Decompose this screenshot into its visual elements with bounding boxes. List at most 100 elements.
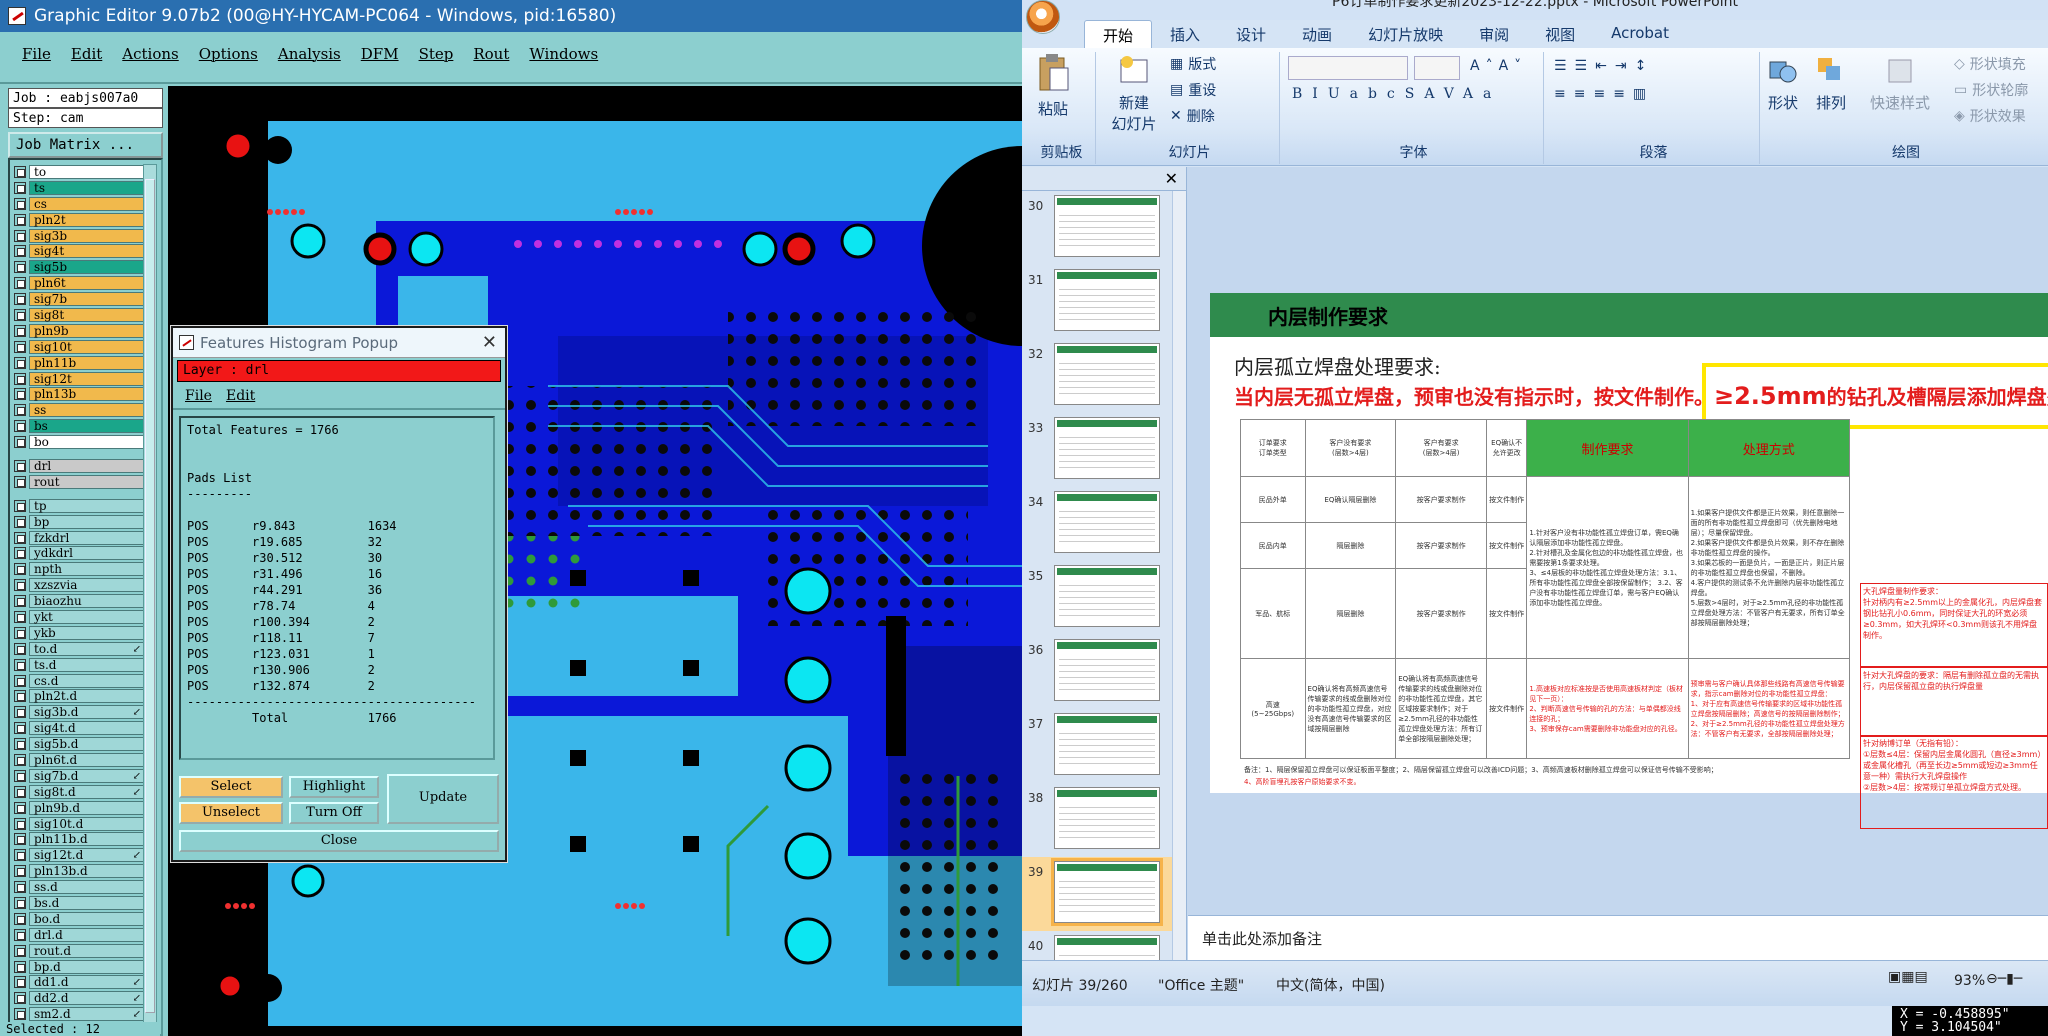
layer-row[interactable]: pln13b.d	[14, 863, 144, 879]
layer-row[interactable]: ykb	[14, 625, 144, 641]
layer-row[interactable]: sig7b.d ↙	[14, 768, 144, 784]
layer-name[interactable]: pln11b	[29, 355, 144, 370]
layer-checkbox[interactable]	[14, 404, 26, 417]
layer-checkbox[interactable]	[14, 690, 26, 703]
close-icon[interactable]: ✕	[482, 332, 497, 353]
layer-name[interactable]: cs.d	[29, 673, 144, 688]
layer-name[interactable]: pln9b.d	[29, 800, 144, 815]
layer-name[interactable]: ydkdrl	[29, 546, 144, 561]
layer-name[interactable]: pln2t.d	[29, 689, 144, 704]
unselect-button[interactable]: Unselect	[179, 802, 283, 824]
menu-actions[interactable]: Actions	[122, 45, 178, 63]
layer-name[interactable]: npth	[29, 562, 144, 577]
layer-name[interactable]: bs	[29, 419, 144, 434]
layer-checkbox[interactable]	[14, 531, 26, 544]
layer-name[interactable]: rout	[29, 474, 144, 489]
layer-name[interactable]: ts	[29, 180, 144, 195]
layer-checkbox[interactable]	[14, 229, 26, 242]
layer-row[interactable]: pln9b	[14, 323, 144, 339]
layer-row[interactable]: pln6t.d	[14, 752, 144, 768]
layer-row[interactable]: sig7b	[14, 291, 144, 307]
notes-pane[interactable]: 单击此处添加备注	[1188, 915, 2048, 960]
layer-row[interactable]: to	[14, 164, 144, 180]
layer-checkbox[interactable]	[14, 563, 26, 576]
menu-file[interactable]: File	[22, 45, 51, 63]
histogram-text-area[interactable]: Total Features = 1766 Pads List --------…	[179, 416, 495, 760]
layout-button[interactable]: ▦ 版式	[1170, 54, 1216, 74]
highlight-button[interactable]: Highlight	[289, 776, 379, 798]
layer-checkbox[interactable]	[14, 197, 26, 210]
layer-row[interactable]: rout.d	[14, 943, 144, 959]
layer-name[interactable]: sig10t	[29, 339, 144, 354]
layer-checkbox[interactable]	[14, 738, 26, 751]
layer-checkbox[interactable]	[14, 960, 26, 973]
layer-row[interactable]: bo	[14, 434, 144, 450]
scroll-thumb[interactable]	[145, 179, 155, 1013]
layer-row[interactable]: sig3b	[14, 228, 144, 244]
layer-checkbox[interactable]	[14, 245, 26, 258]
layer-checkbox[interactable]	[14, 579, 26, 592]
layer-name[interactable]: to	[29, 164, 144, 179]
layer-name[interactable]: ykb	[29, 625, 144, 640]
layer-checkbox[interactable]	[14, 992, 26, 1005]
layer-row[interactable]: fzkdrl	[14, 530, 144, 546]
layer-checkbox[interactable]	[14, 324, 26, 337]
slide-editing-area[interactable]: 内层制作要求 内层孤立焊盘处理要求: 当内层无孤立焊盘，预审也没有指示时，按文件…	[1188, 167, 2048, 912]
job-matrix-button[interactable]: Job Matrix ...	[8, 132, 163, 158]
layer-checkbox[interactable]	[14, 515, 26, 528]
font-name-select[interactable]	[1288, 56, 1408, 80]
layer-row[interactable]: bs	[14, 418, 144, 434]
layer-name[interactable]: rout.d	[29, 943, 144, 958]
menu-windows[interactable]: Windows	[529, 45, 598, 63]
close-pane-icon[interactable]: ✕	[1165, 169, 1178, 188]
slide-thumbnail[interactable]: 33	[1022, 413, 1172, 487]
layer-checkbox[interactable]	[14, 833, 26, 846]
layer-name[interactable]: sig4t	[29, 244, 144, 259]
slide-thumbnail[interactable]: 30	[1022, 191, 1172, 265]
layer-name[interactable]: sig5b	[29, 260, 144, 275]
layer-name[interactable]: sig8t.d ↙	[29, 784, 144, 799]
menu-options[interactable]: Options	[199, 45, 258, 63]
layer-row[interactable]: rout	[14, 474, 144, 490]
layer-name[interactable]: to.d ↙	[29, 641, 144, 656]
layer-row[interactable]: sig12t.d ↙	[14, 847, 144, 863]
layer-row[interactable]: pln13b	[14, 386, 144, 402]
layer-row[interactable]: pln11b	[14, 355, 144, 371]
layer-row[interactable]: bs.d	[14, 895, 144, 911]
layer-checkbox[interactable]	[14, 849, 26, 862]
layer-name[interactable]: pln13b	[29, 387, 144, 402]
layer-name[interactable]: cs	[29, 196, 144, 211]
delete-button[interactable]: ✕ 删除	[1170, 106, 1215, 126]
layer-row[interactable]: sig8t	[14, 307, 144, 323]
layer-row[interactable]: biaozhu	[14, 593, 144, 609]
layer-name[interactable]: sig3b	[29, 228, 144, 243]
layer-checkbox[interactable]	[14, 475, 26, 488]
menu-analysis[interactable]: Analysis	[278, 45, 341, 63]
layer-name[interactable]: fzkdrl	[29, 530, 144, 545]
layer-row[interactable]: drl.d	[14, 927, 144, 943]
layer-name[interactable]: pln13b.d	[29, 864, 144, 879]
layer-name[interactable]: sig4t.d	[29, 721, 144, 736]
shape-effect-button[interactable]: ◈ 形状效果	[1954, 106, 2026, 126]
layer-name[interactable]: ss	[29, 403, 144, 418]
menu-rout[interactable]: Rout	[473, 45, 509, 63]
ribbon-tab[interactable]: 插入	[1152, 20, 1218, 48]
layer-checkbox[interactable]	[14, 308, 26, 321]
layer-row[interactable]: ts	[14, 180, 144, 196]
layer-checkbox[interactable]	[14, 801, 26, 814]
layer-checkbox[interactable]	[14, 785, 26, 798]
layer-checkbox[interactable]	[14, 213, 26, 226]
layer-name[interactable]: sig12t.d ↙	[29, 848, 144, 863]
layer-name[interactable]: dd2.d ↙	[29, 991, 144, 1006]
layer-name[interactable]: ykt	[29, 609, 144, 624]
layer-row[interactable]: sig5b	[14, 259, 144, 275]
turn-off-button[interactable]: Turn Off	[289, 802, 379, 824]
layer-name[interactable]: sig8t	[29, 307, 144, 322]
layer-row[interactable]: tp	[14, 498, 144, 514]
layer-name[interactable]: sig7b	[29, 292, 144, 307]
layer-name[interactable]: xzszvia	[29, 578, 144, 593]
slide-thumbnail[interactable]: 36	[1022, 635, 1172, 709]
layer-name[interactable]: sig7b.d ↙	[29, 768, 144, 783]
menu-edit[interactable]: Edit	[71, 45, 102, 63]
slide-thumbnail[interactable]: 31	[1022, 265, 1172, 339]
